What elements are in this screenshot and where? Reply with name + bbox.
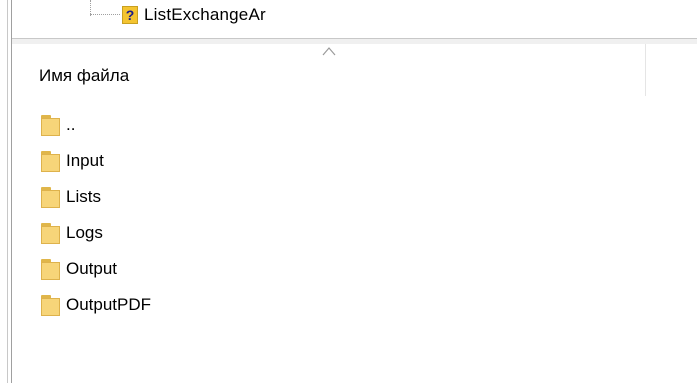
question-folder-icon: ? [122,6,138,24]
folder-icon [41,186,60,208]
list-item[interactable]: Output [41,251,151,287]
tree-connector-dots [90,14,120,16]
list-item-label: Output [66,259,118,278]
file-list: Имя файла .. Input Lists Logs Output OutputPD… [30,44,697,383]
folder-tree-pane: ? ListExchangeAr [12,0,697,38]
sort-ascending-icon [322,47,336,56]
file-list-rows: .. Input Lists Logs Output OutputPDF [41,107,151,323]
list-item-label: Logs [66,223,103,242]
list-item-label: Lists [66,187,101,206]
folder-icon [41,258,60,280]
list-item[interactable]: Input [41,143,151,179]
folder-icon [41,294,60,316]
list-item-label: Input [66,151,104,170]
tree-item[interactable]: ? ListExchangeAr [90,2,266,28]
list-item-label: .. [66,115,76,134]
list-item[interactable]: OutputPDF [41,287,151,323]
list-item-label: OutputPDF [66,295,152,314]
folder-icon [41,222,60,244]
column-header-label: Имя файла [39,66,130,85]
list-item[interactable]: .. [41,107,151,143]
folder-icon [41,150,60,172]
tree-item-label: ListExchangeAr [144,5,266,24]
folder-icon [41,114,60,136]
list-item[interactable]: Logs [41,215,151,251]
window-left-border [0,0,12,383]
column-header-filename[interactable]: Имя файла [30,44,646,96]
list-item[interactable]: Lists [41,179,151,215]
